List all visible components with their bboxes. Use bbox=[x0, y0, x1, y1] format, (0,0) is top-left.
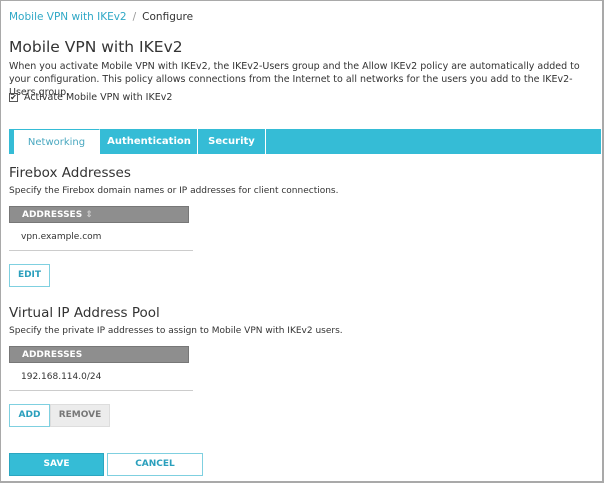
breadcrumb-parent-link[interactable]: Mobile VPN with IKEv2 bbox=[9, 11, 127, 23]
add-button[interactable]: ADD bbox=[9, 404, 50, 427]
activate-label: Activate Mobile VPN with IKEv2 bbox=[24, 92, 173, 103]
breadcrumb-current: Configure bbox=[142, 11, 194, 23]
tab-authentication[interactable]: Authentication bbox=[101, 129, 198, 154]
breadcrumb-separator: / bbox=[132, 11, 137, 23]
tab-bar: Networking Authentication Security bbox=[9, 129, 601, 154]
tab-networking[interactable]: Networking bbox=[14, 129, 100, 154]
activate-checkbox[interactable]: ✔ Activate Mobile VPN with IKEv2 bbox=[9, 92, 172, 103]
remove-button[interactable]: REMOVE bbox=[50, 404, 110, 427]
table-row[interactable]: vpn.example.com bbox=[21, 232, 101, 242]
tab-security[interactable]: Security bbox=[198, 129, 266, 154]
column-label: ADDRESSES bbox=[22, 210, 83, 220]
firebox-heading: Firebox Addresses bbox=[9, 165, 131, 181]
firebox-description: Specify the Firebox domain names or IP a… bbox=[9, 186, 339, 196]
breadcrumb: Mobile VPN with IKEv2 / Configure bbox=[9, 11, 193, 23]
page-title: Mobile VPN with IKEv2 bbox=[9, 38, 183, 56]
firebox-addresses-header[interactable]: ADDRESSES ⇕ bbox=[9, 206, 189, 223]
pool-addresses-header[interactable]: ADDRESSES bbox=[9, 346, 189, 363]
pool-description: Specify the private IP addresses to assi… bbox=[9, 326, 343, 336]
checkbox-checked-icon[interactable]: ✔ bbox=[9, 93, 18, 102]
save-button[interactable]: SAVE bbox=[9, 453, 104, 476]
pool-heading: Virtual IP Address Pool bbox=[9, 305, 160, 321]
table-row[interactable]: 192.168.114.0/24 bbox=[21, 372, 101, 382]
divider bbox=[9, 390, 193, 391]
cancel-button[interactable]: CANCEL bbox=[107, 453, 203, 476]
sort-icon[interactable]: ⇕ bbox=[85, 210, 93, 220]
edit-button[interactable]: EDIT bbox=[9, 264, 50, 287]
divider bbox=[9, 250, 193, 251]
